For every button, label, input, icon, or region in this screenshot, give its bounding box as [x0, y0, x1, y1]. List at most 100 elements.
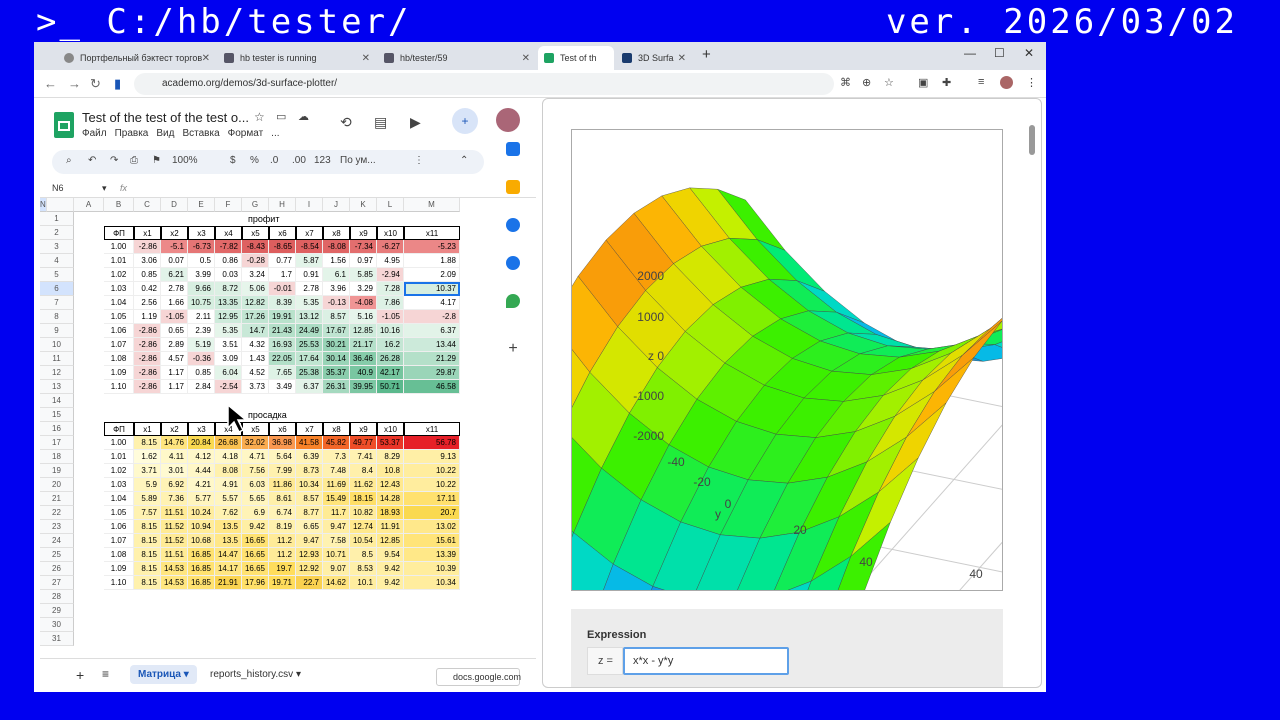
- table-cell[interactable]: 42.17: [377, 366, 404, 380]
- table-cell[interactable]: 5.57: [215, 492, 242, 506]
- share-button[interactable]: +: [452, 108, 478, 134]
- row-header[interactable]: 30: [40, 618, 74, 632]
- table-cell[interactable]: 8.15: [134, 576, 161, 590]
- minimize-button[interactable]: —: [964, 46, 976, 60]
- puzzle-icon[interactable]: ✚: [942, 76, 951, 89]
- back-icon[interactable]: ←: [44, 76, 57, 91]
- column-header[interactable]: H: [269, 198, 296, 212]
- column-header[interactable]: G: [242, 198, 269, 212]
- table-cell[interactable]: 17.96: [242, 576, 269, 590]
- table-cell[interactable]: 7.86: [377, 296, 404, 310]
- table-cell[interactable]: -8.65: [269, 240, 296, 254]
- table-cell[interactable]: 11.86: [269, 478, 296, 492]
- table-cell[interactable]: 10.34: [296, 478, 323, 492]
- table-cell[interactable]: 9.47: [296, 534, 323, 548]
- table-cell[interactable]: 4.11: [161, 450, 188, 464]
- table-cell[interactable]: -0.28: [242, 254, 269, 268]
- table-cell[interactable]: 11.69: [323, 478, 350, 492]
- table-cell[interactable]: 4.17: [404, 296, 460, 310]
- table-cell[interactable]: 36.46: [350, 352, 377, 366]
- table-cell[interactable]: 15.61: [404, 534, 460, 548]
- table-cell[interactable]: 9.47: [323, 520, 350, 534]
- sheet-tab-reports[interactable]: reports_history.csv ▾: [202, 665, 309, 684]
- tab-backtest[interactable]: Портфельный бэктест торгов ✕: [58, 46, 216, 70]
- table-cell[interactable]: 2.78: [296, 282, 323, 296]
- table-cell[interactable]: 10.82: [350, 506, 377, 520]
- row-header[interactable]: 26: [40, 562, 74, 576]
- table-cell[interactable]: 14.17: [215, 562, 242, 576]
- table-cell[interactable]: 18.15: [350, 492, 377, 506]
- table-cell[interactable]: 3.24: [242, 268, 269, 282]
- table-header-cell[interactable]: x1: [134, 226, 161, 240]
- profile-avatar[interactable]: [1000, 76, 1013, 89]
- star-icon[interactable]: ☆: [254, 110, 265, 124]
- table-cell[interactable]: 5.64: [269, 450, 296, 464]
- table-cell[interactable]: 1.66: [161, 296, 188, 310]
- table-cell[interactable]: 13.5: [215, 534, 242, 548]
- table-cell[interactable]: 10.16: [377, 324, 404, 338]
- print-icon[interactable]: ⎙: [130, 155, 138, 166]
- table-cell[interactable]: -2.94: [377, 268, 404, 282]
- table-cell[interactable]: 1.08: [104, 548, 134, 562]
- table-cell[interactable]: 12.92: [296, 562, 323, 576]
- table-cell[interactable]: -2.86: [134, 352, 161, 366]
- table-header-cell[interactable]: x7: [296, 422, 323, 436]
- table-cell[interactable]: 5.19: [188, 338, 215, 352]
- table-cell[interactable]: 1.62: [134, 450, 161, 464]
- close-icon[interactable]: ✕: [362, 53, 370, 64]
- table-cell[interactable]: 17.11: [404, 492, 460, 506]
- table-cell[interactable]: 12.43: [377, 478, 404, 492]
- table-cell[interactable]: 11.51: [161, 506, 188, 520]
- table-header-cell[interactable]: x3: [188, 422, 215, 436]
- row-header[interactable]: 20: [40, 478, 74, 492]
- table-cell[interactable]: 3.99: [188, 268, 215, 282]
- sheet-grid[interactable]: A B C D E F G H I J K L M N 1 2 3 4 5 6 7 8 9 10 11 12 13 14 15 16 17 1…: [40, 198, 492, 650]
- zoom-icon[interactable]: ⊕: [862, 76, 871, 89]
- table-cell[interactable]: 10.22: [404, 464, 460, 478]
- table-cell[interactable]: 0.85: [134, 268, 161, 282]
- table-cell[interactable]: 12.85: [377, 534, 404, 548]
- table-cell[interactable]: 22.7: [296, 576, 323, 590]
- table-header-cell[interactable]: x1: [134, 422, 161, 436]
- table-cell[interactable]: 53.37: [377, 436, 404, 450]
- scrollbar-thumb[interactable]: [1029, 125, 1035, 155]
- table-cell[interactable]: 3.73: [242, 380, 269, 394]
- table-cell[interactable]: 4.91: [215, 478, 242, 492]
- menu-more[interactable]: ...: [271, 128, 279, 139]
- url-field[interactable]: academo.org/demos/3d-surface-plotter/: [134, 73, 834, 95]
- table-cell[interactable]: 15.49: [323, 492, 350, 506]
- table-cell[interactable]: 1.88: [404, 254, 460, 268]
- table-cell[interactable]: 13.35: [215, 296, 242, 310]
- table-cell[interactable]: 0.77: [269, 254, 296, 268]
- currency-icon[interactable]: $: [230, 155, 236, 166]
- table-cell[interactable]: 8.61: [269, 492, 296, 506]
- table-cell[interactable]: 10.24: [188, 506, 215, 520]
- more-icon[interactable]: ⋮: [414, 155, 424, 166]
- table-cell[interactable]: 1.02: [104, 268, 134, 282]
- table-cell[interactable]: 46.58: [404, 380, 460, 394]
- selected-cell[interactable]: [404, 282, 460, 296]
- table-cell[interactable]: 7.41: [350, 450, 377, 464]
- table-cell[interactable]: 13.5: [215, 520, 242, 534]
- row-header[interactable]: 11: [40, 352, 74, 366]
- table-cell[interactable]: 45.82: [323, 436, 350, 450]
- table-cell[interactable]: 2.09: [404, 268, 460, 282]
- table-header-cell[interactable]: x2: [161, 422, 188, 436]
- table-cell[interactable]: 49.77: [350, 436, 377, 450]
- sheet-tab-matrix[interactable]: Матрица ▾: [130, 665, 197, 684]
- table-cell[interactable]: 56.78: [404, 436, 460, 450]
- maps-icon[interactable]: [506, 294, 520, 308]
- table-cell[interactable]: -6.27: [377, 240, 404, 254]
- table-cell[interactable]: 7.56: [242, 464, 269, 478]
- column-header[interactable]: I: [296, 198, 323, 212]
- chevron-down-icon[interactable]: ▾: [102, 183, 107, 194]
- tab-sheets[interactable]: Test of th: [538, 46, 614, 70]
- column-header[interactable]: D: [161, 198, 188, 212]
- table-cell[interactable]: 13.12: [296, 310, 323, 324]
- table-cell[interactable]: 5.85: [350, 268, 377, 282]
- row-header[interactable]: 14: [40, 394, 74, 408]
- table-cell[interactable]: 29.87: [404, 366, 460, 380]
- undo-icon[interactable]: ↶: [88, 155, 96, 166]
- table-cell[interactable]: 8.08: [215, 464, 242, 478]
- table-cell[interactable]: 1.09: [104, 366, 134, 380]
